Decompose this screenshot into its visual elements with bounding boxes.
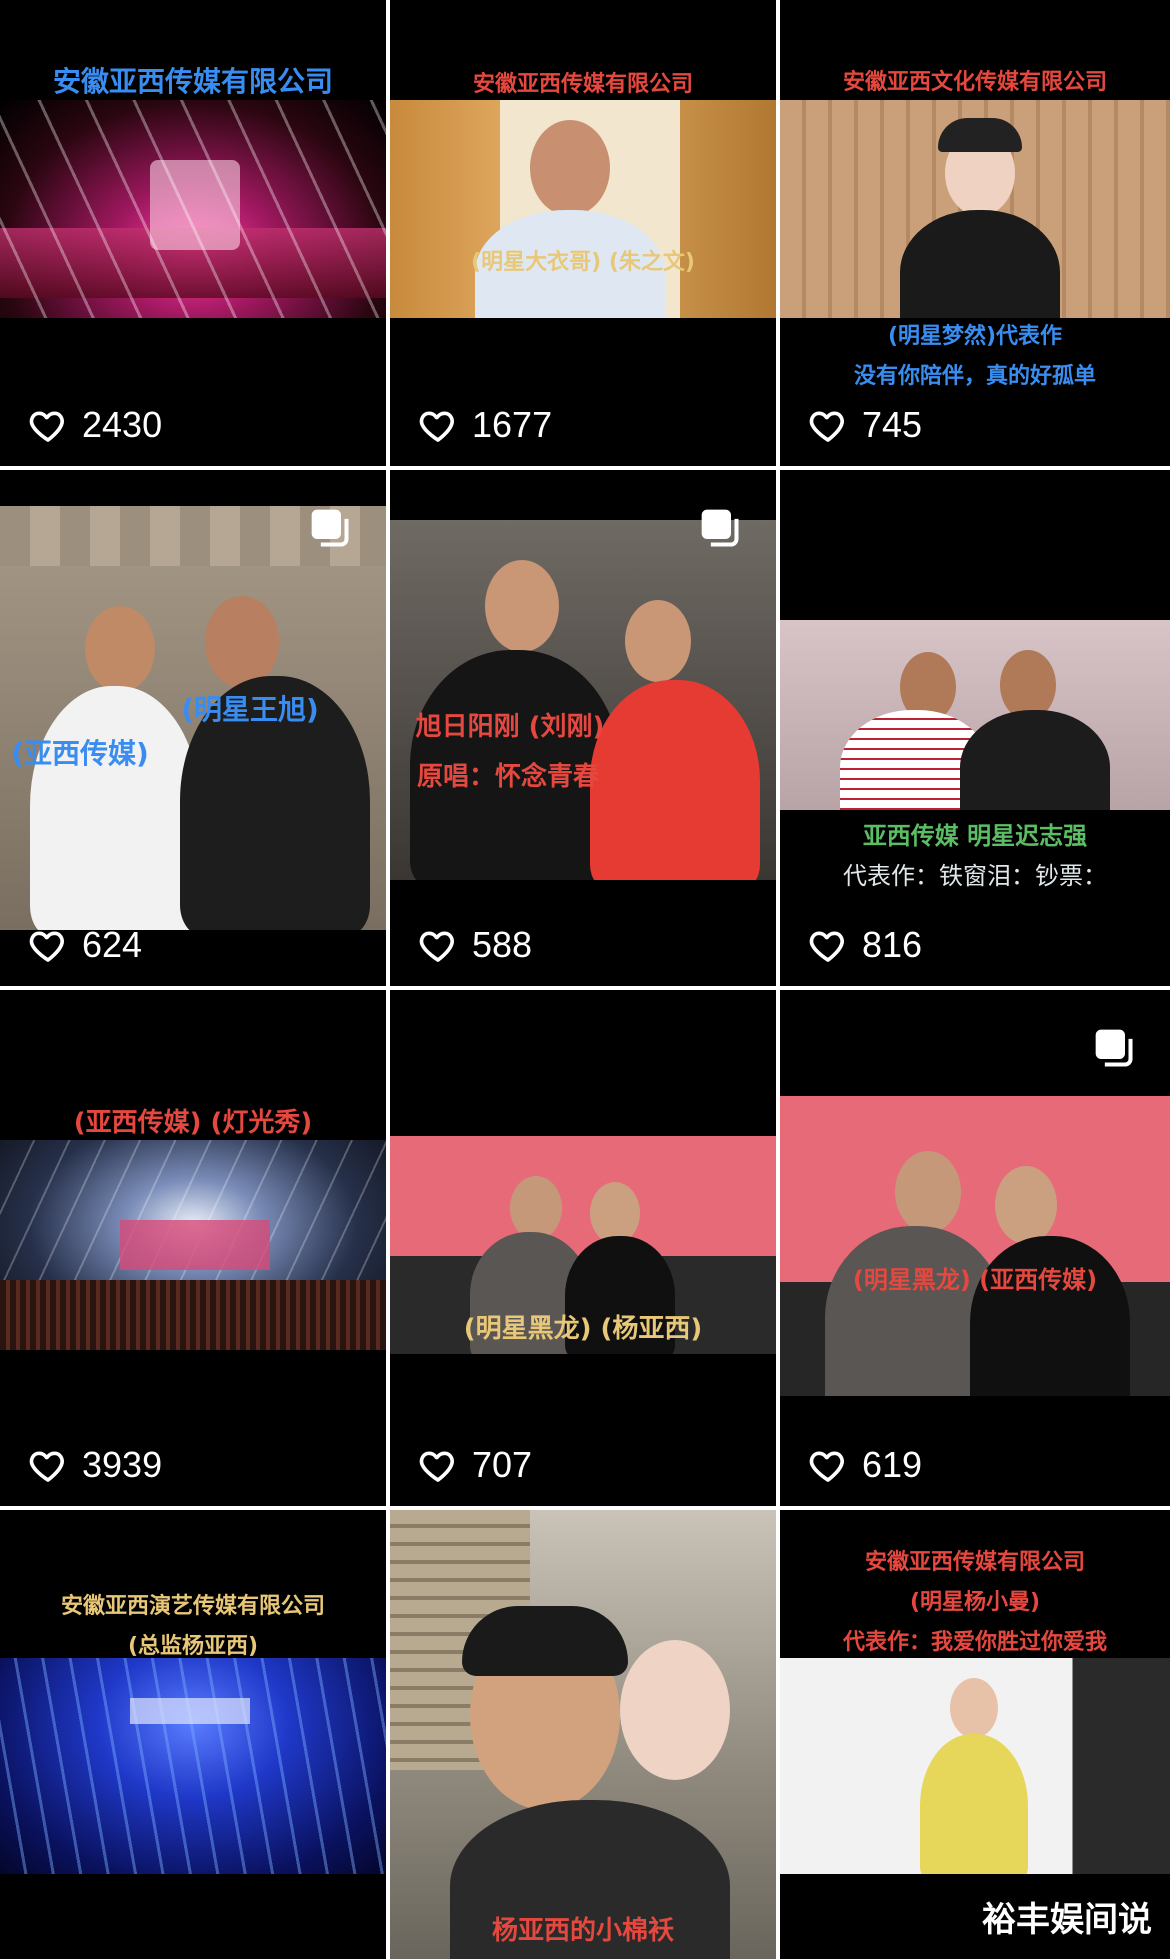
tile-caption-sub: 代表作：铁窗泪：钞票： (843, 862, 1107, 890)
like-count: 624 (28, 924, 142, 966)
thumbnail-two-men-sofa (780, 620, 1170, 810)
video-tile-7[interactable]: (亚西传媒) (灯光秀) 3939 (0, 990, 386, 1506)
tile-caption: (明星王旭) (181, 693, 319, 726)
heart-outline-icon (809, 411, 844, 442)
tile-caption: 安徽亚西演艺传媒有限公司 (60, 1594, 325, 1619)
tile-caption: 亚西传媒 明星迟志强 (862, 822, 1088, 850)
tile-caption-sub: (总监杨亚西) (127, 1634, 259, 1659)
like-count: 707 (418, 1444, 532, 1486)
like-count-value: 816 (862, 924, 923, 965)
like-count-value: 745 (862, 404, 923, 445)
video-tile-1[interactable]: 安徽亚西传媒有限公司 2430 (0, 0, 386, 466)
like-count-value: 624 (82, 924, 143, 965)
like-count: 816 (808, 924, 922, 966)
tile-caption: 旭日阳刚 (刘刚) (415, 712, 605, 742)
like-count: 619 (808, 1444, 922, 1486)
video-tile-11[interactable]: 杨亚西的小棉袄 (390, 1510, 776, 1959)
tile-caption: 安徽亚西传媒有限公司 (52, 65, 333, 98)
video-tile-10[interactable]: 安徽亚西演艺传媒有限公司 (总监杨亚西) (0, 1510, 386, 1959)
video-grid: 安徽亚西传媒有限公司 2430 安徽亚西传媒有限公司 (明星大衣哥) (朱之文)… (0, 0, 1170, 1959)
like-count-value: 1677 (472, 404, 553, 445)
multiple-photos-icon (1095, 1029, 1133, 1067)
video-tile-8[interactable]: (明星黑龙) (杨亚西) 707 (390, 990, 776, 1506)
heart-outline-icon (29, 411, 64, 442)
video-tile-12[interactable]: 安徽亚西传媒有限公司 (明星杨小曼) 代表作：我爱你胜过你爱我 裕丰娱间说 (780, 1510, 1170, 1959)
tile-caption-sub: (明星杨小曼) (909, 1590, 1041, 1615)
like-count: 3939 (28, 1444, 162, 1486)
thumbnail-man-portrait (390, 100, 776, 318)
video-tile-3[interactable]: 安徽亚西文化传媒有限公司 (明星梦然)代表作 没有你陪伴，真的好孤单 745 (780, 0, 1170, 466)
tile-caption-sub2: 代表作：我爱你胜过你爱我 (842, 1630, 1107, 1655)
video-tile-9[interactable]: (明星黑龙) (亚西传媒) 619 (780, 990, 1170, 1506)
video-tile-6[interactable]: 亚西传媒 明星迟志强 代表作：铁窗泪：钞票： 816 (780, 470, 1170, 986)
watermark-text: 裕丰娱间说 (982, 1900, 1152, 1940)
multiple-photos-icon (701, 509, 739, 547)
heart-outline-icon (419, 411, 454, 442)
tile-caption: 安徽亚西传媒有限公司 (472, 72, 693, 97)
heart-outline-icon (29, 1451, 64, 1482)
thumbnail-man-with-child (390, 1510, 776, 1959)
heart-outline-icon (809, 931, 844, 962)
video-tile-5[interactable]: 旭日阳刚 (刘刚) 原唱：怀念青春 588 (390, 470, 776, 986)
tile-caption-sub: 原唱：怀念青春 (416, 762, 599, 792)
thumbnail-blue-stage (0, 1658, 386, 1874)
tile-caption-sub: (明星大衣哥) (朱之文) (471, 250, 695, 275)
thumbnail-stage-lights (0, 100, 386, 318)
like-count-value: 2430 (82, 404, 163, 445)
like-count: 588 (418, 924, 532, 966)
thumbnail-woman-yellow (780, 1658, 1170, 1874)
tile-caption: 安徽亚西传媒有限公司 (864, 1550, 1085, 1575)
like-count: 2430 (28, 404, 162, 446)
thumbnail-light-show (0, 1140, 386, 1350)
tile-caption: 安徽亚西文化传媒有限公司 (842, 70, 1107, 95)
tile-caption: (明星黑龙) (亚西传媒) (852, 1266, 1098, 1294)
like-count: 745 (808, 404, 922, 446)
tile-caption: (明星黑龙) (杨亚西) (463, 1314, 703, 1344)
video-tile-2[interactable]: 安徽亚西传媒有限公司 (明星大衣哥) (朱之文) 1677 (390, 0, 776, 466)
video-tile-4[interactable]: (亚西传媒) (明星王旭) 624 (0, 470, 386, 986)
heart-outline-icon (419, 931, 454, 962)
like-count: 1677 (418, 404, 552, 446)
like-count-value: 3939 (82, 1444, 163, 1485)
thumbnail-woman-portrait (780, 100, 1170, 318)
heart-outline-icon (809, 1451, 844, 1482)
thumbnail-two-men-pink-large (780, 1096, 1170, 1396)
like-count-value: 588 (472, 924, 533, 965)
like-count-value: 619 (862, 1444, 923, 1485)
tile-caption-sub: (亚西传媒) (11, 737, 149, 770)
like-count-value: 707 (472, 1444, 533, 1485)
multiple-photos-icon (311, 509, 349, 547)
heart-outline-icon (29, 931, 64, 962)
tile-caption: (亚西传媒) (灯光秀) (73, 1108, 313, 1138)
tile-caption-sub: (明星梦然)代表作 (887, 324, 1063, 349)
tile-caption: 杨亚西的小棉袄 (491, 1916, 674, 1946)
tile-caption-sub2: 没有你陪伴，真的好孤单 (853, 364, 1096, 389)
heart-outline-icon (419, 1451, 454, 1482)
thumbnail-two-men-red (390, 520, 776, 880)
